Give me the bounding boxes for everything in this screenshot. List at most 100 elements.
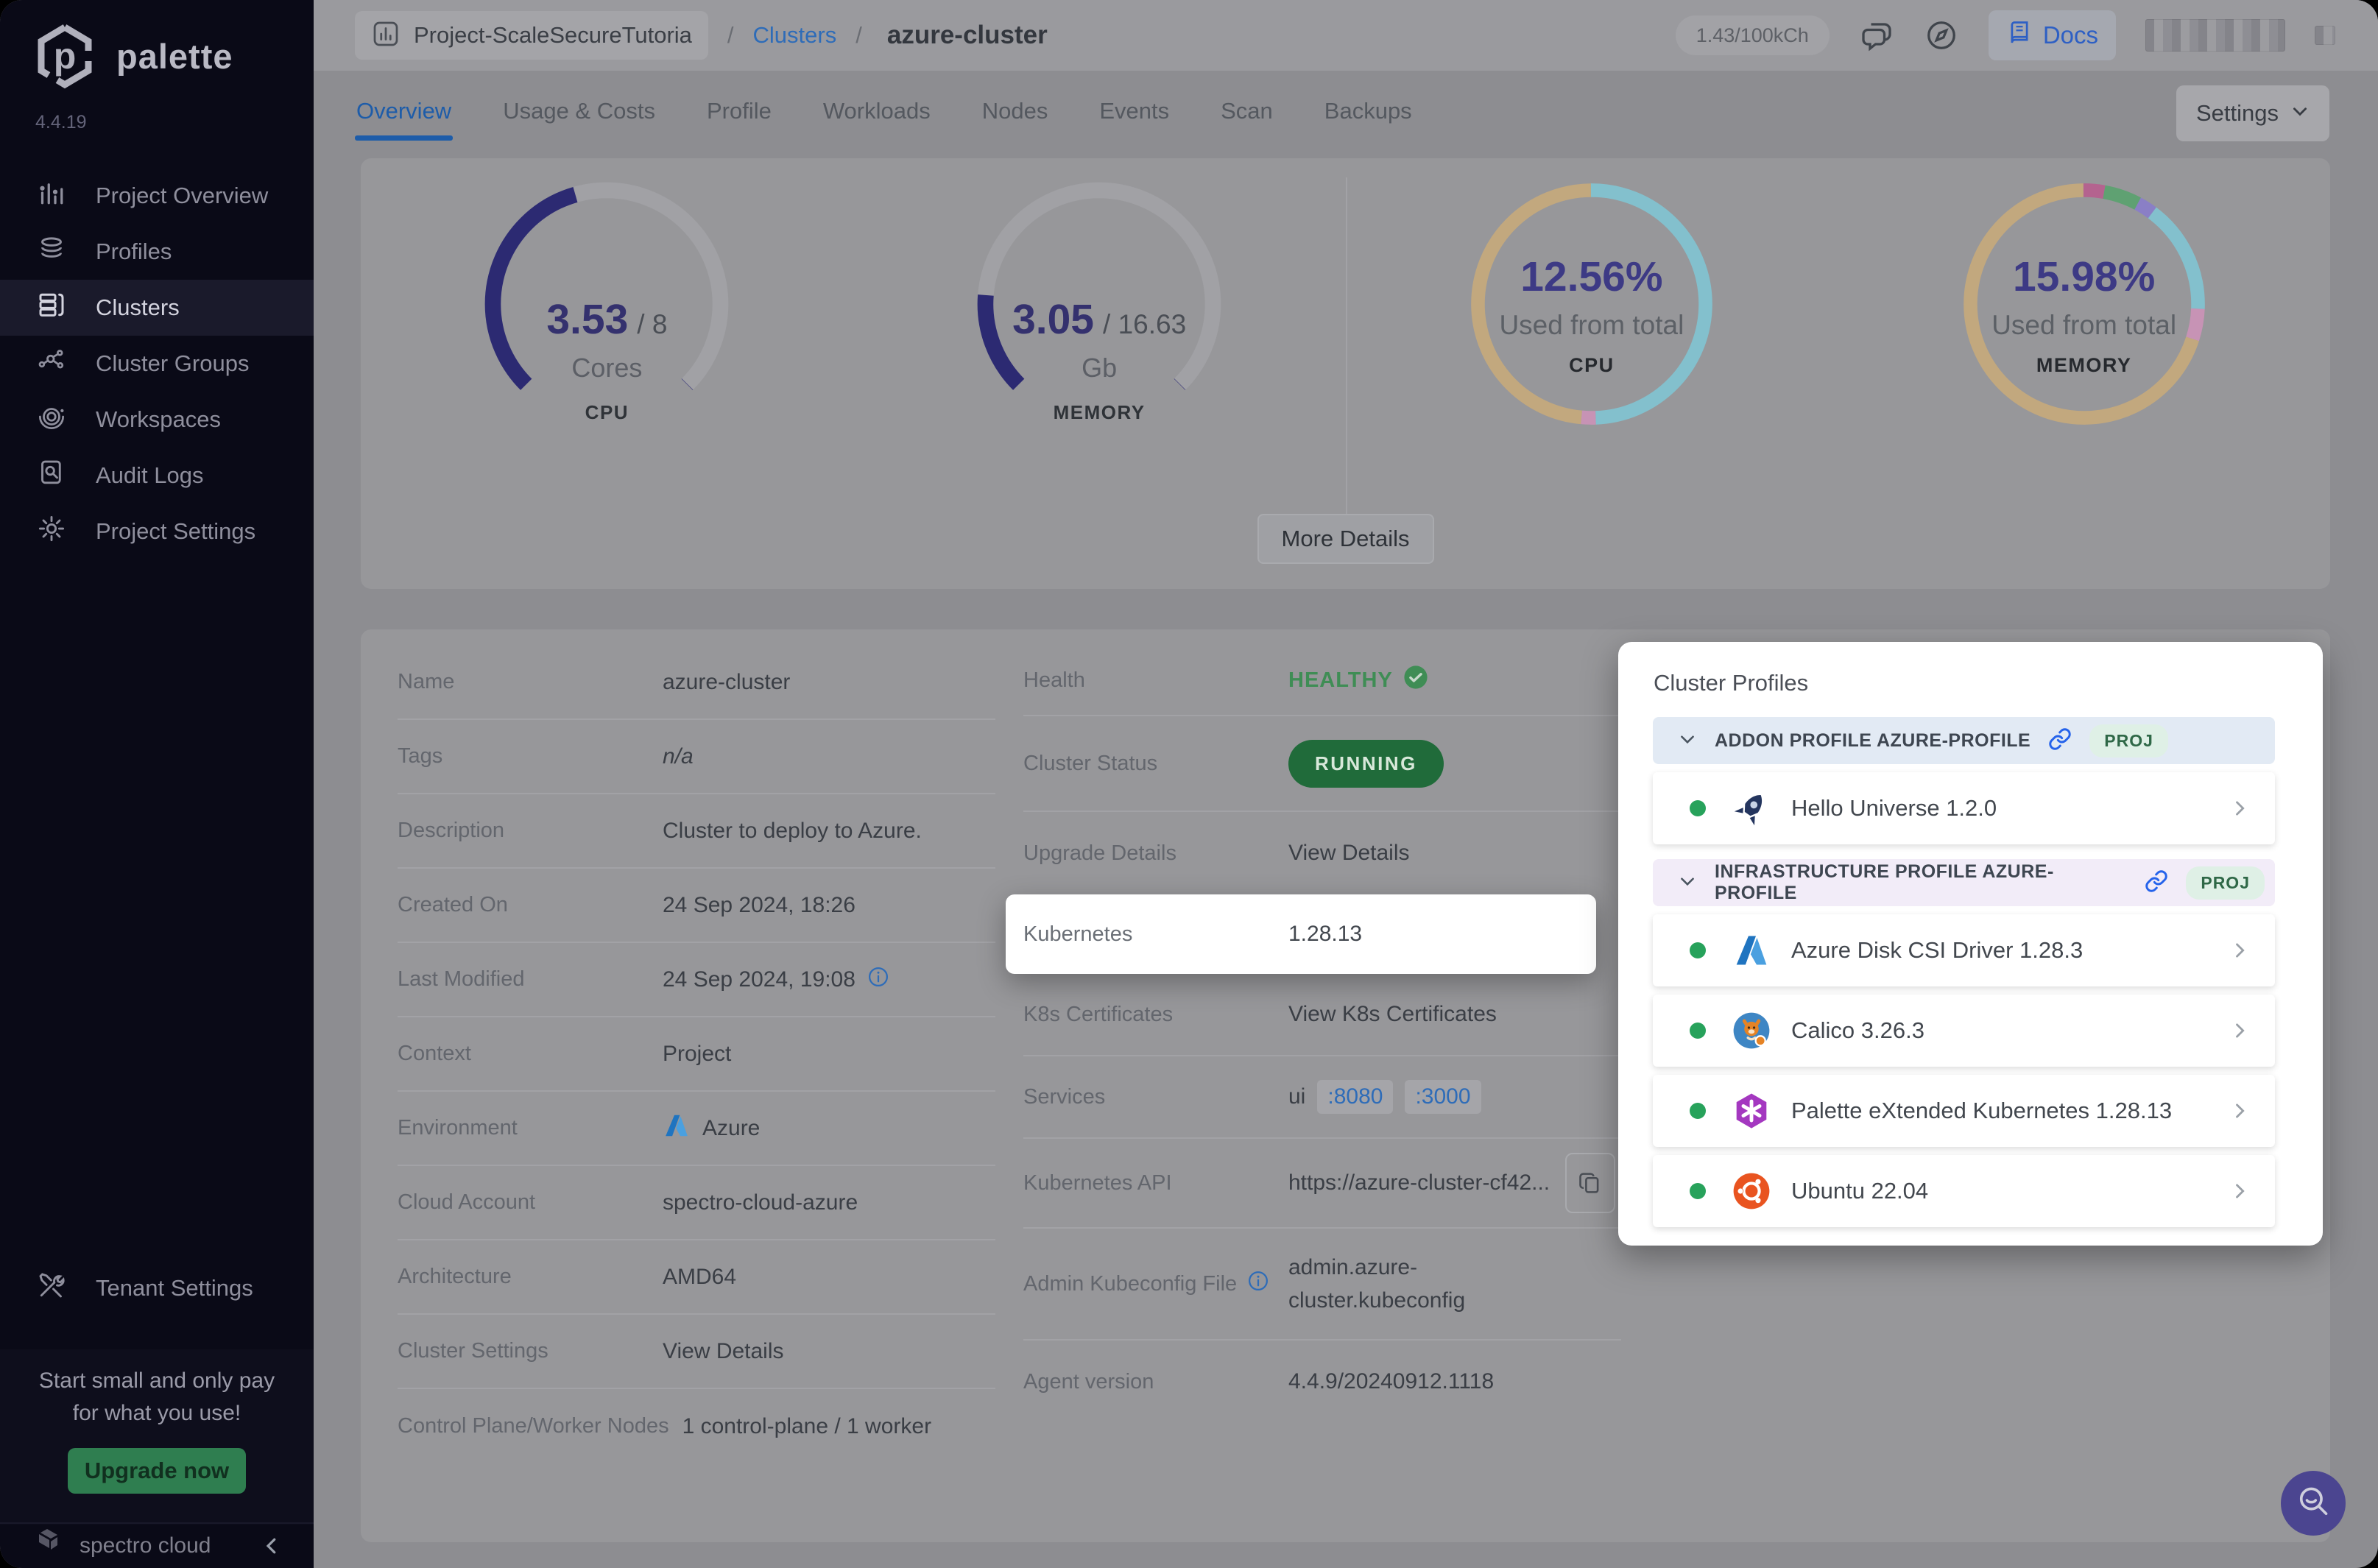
breadcrumb-project-name: Project-ScaleSecureTutoria xyxy=(414,22,692,48)
cluster-settings-view-details-link[interactable]: View Details xyxy=(663,1339,784,1364)
docs-button[interactable]: Docs xyxy=(1988,10,2116,60)
cpu-gauge-label: CPU xyxy=(585,401,629,423)
detail-row-upgrade: Upgrade Details View Details xyxy=(1023,812,1621,894)
sidebar-item-clusters[interactable]: Clusters xyxy=(0,280,314,336)
profile-item-palette-extended-kubernetes[interactable]: Palette eXtended Kubernetes 1.28.13 xyxy=(1653,1075,2275,1147)
copy-api-url-button[interactable] xyxy=(1565,1153,1615,1213)
footer-brand: spectro cloud xyxy=(80,1533,211,1558)
status-badge[interactable]: RUNNING xyxy=(1288,739,1444,788)
cpu-capacity: / 8 xyxy=(637,309,668,339)
row-value: AMD64 xyxy=(663,1264,737,1289)
service-port-8080-link[interactable]: :8080 xyxy=(1317,1080,1394,1114)
detail-row-kubernetes-spotlight: Kubernetes 1.28.13 xyxy=(1006,894,1596,974)
addon-profile-group-header[interactable]: ADDON PROFILE AZURE-PROFILE PROJ xyxy=(1653,717,2275,764)
breadcrumb-project-chip[interactable]: Project-ScaleSecureTutoria xyxy=(355,11,708,60)
detail-row-environment: Environment Azure xyxy=(398,1092,995,1166)
info-icon[interactable] xyxy=(1247,1270,1269,1298)
upgrade-view-details-link[interactable]: View Details xyxy=(1288,841,1410,866)
chevron-right-icon xyxy=(2229,798,2250,819)
status-dot-green xyxy=(1690,1023,1706,1039)
breadcrumb-chart-icon xyxy=(371,19,401,52)
sidebar-item-tenant-settings[interactable]: Tenant Settings xyxy=(0,1260,314,1316)
clusters-icon xyxy=(37,290,66,325)
collapse-sidebar-icon[interactable] xyxy=(261,1535,283,1557)
sidebar-item-audit-logs[interactable]: Audit Logs xyxy=(0,448,314,504)
cpu-unit: Cores xyxy=(571,353,643,383)
tab-scan[interactable]: Scan xyxy=(1219,76,1274,146)
window-menu-redacted xyxy=(2315,26,2335,45)
docs-label: Docs xyxy=(2042,21,2098,49)
profile-item-label: Hello Universe 1.2.0 xyxy=(1791,795,1997,821)
profile-item-calico[interactable]: Calico 3.26.3 xyxy=(1653,995,2275,1067)
row-value: Azure xyxy=(702,1115,761,1140)
detail-row-architecture: Architecture AMD64 xyxy=(398,1240,995,1315)
promo-line2: for what you use! xyxy=(72,1401,241,1425)
cpu-donut-label: CPU xyxy=(1569,354,1615,376)
detail-row-certificates: K8s Certificates View K8s Certificates xyxy=(1023,974,1621,1056)
hello-universe-icon xyxy=(1732,789,1771,827)
tab-usage-costs[interactable]: Usage & Costs xyxy=(501,76,657,146)
detail-row-created: Created On 24 Sep 2024, 18:26 xyxy=(398,869,995,943)
service-port-3000-link[interactable]: :3000 xyxy=(1405,1080,1481,1114)
profile-item-hello-universe[interactable]: Hello Universe 1.2.0 xyxy=(1653,772,2275,844)
memory-used-value: 3.05 xyxy=(1012,296,1095,343)
search-fab-button[interactable] xyxy=(2281,1471,2346,1536)
row-label: Environment xyxy=(398,1116,518,1140)
donuts-section: 12.56% Used from total CPU 15.98% Used f… xyxy=(1346,179,2331,488)
tab-overview[interactable]: Overview xyxy=(355,76,454,146)
breadcrumb-separator: / xyxy=(855,22,862,48)
infrastructure-profile-group-header[interactable]: INFRASTRUCTURE PROFILE AZURE-PROFILE PRO… xyxy=(1653,859,2275,906)
tools-icon xyxy=(37,1271,66,1306)
chat-icon[interactable] xyxy=(1859,18,1894,53)
sidebar-item-workspaces[interactable]: Workspaces xyxy=(0,392,314,448)
compass-icon[interactable] xyxy=(1924,18,1959,53)
profile-item-label: Palette eXtended Kubernetes 1.28.13 xyxy=(1791,1098,2173,1123)
chevron-down-icon xyxy=(2290,100,2310,127)
tab-events[interactable]: Events xyxy=(1098,76,1171,146)
breadcrumb-clusters-link[interactable]: Clusters xyxy=(753,22,837,49)
tab-backups[interactable]: Backups xyxy=(1323,76,1414,146)
chevron-right-icon xyxy=(2229,1181,2250,1201)
sidebar-item-project-settings[interactable]: Project Settings xyxy=(0,504,314,559)
memory-gauge-label: MEMORY xyxy=(1053,401,1146,423)
project-overview-icon xyxy=(37,178,66,213)
calico-icon xyxy=(1732,1011,1771,1050)
sidebar-item-project-overview[interactable]: Project Overview xyxy=(0,168,314,224)
tab-profile[interactable]: Profile xyxy=(705,76,773,146)
profile-item-label: Ubuntu 22.04 xyxy=(1791,1178,1929,1204)
svg-text:p: p xyxy=(54,35,77,77)
main-area: Project-ScaleSecureTutoria / Clusters / … xyxy=(314,0,2378,1568)
gear-icon xyxy=(37,514,66,549)
azure-icon xyxy=(663,1112,691,1145)
cpu-donut-ring xyxy=(1471,183,1712,425)
tab-workloads[interactable]: Workloads xyxy=(822,76,932,146)
ubuntu-icon xyxy=(1732,1172,1771,1210)
profile-item-label: Calico 3.26.3 xyxy=(1791,1017,1924,1043)
detail-row-nodes: Control Plane/Worker Nodes 1 control-pla… xyxy=(398,1389,995,1463)
tab-nodes[interactable]: Nodes xyxy=(981,76,1050,146)
settings-dropdown-button[interactable]: Settings xyxy=(2176,85,2329,141)
more-details-button[interactable]: More Details xyxy=(1257,514,1434,564)
status-dot-green xyxy=(1690,1183,1706,1199)
row-label: Architecture xyxy=(398,1265,512,1288)
cluster-tabs: Overview Usage & Costs Profile Workloads… xyxy=(355,71,1414,152)
row-value: 24 Sep 2024, 19:08 xyxy=(663,967,855,992)
view-k8s-certificates-link[interactable]: View K8s Certificates xyxy=(1288,1002,1497,1027)
profile-item-azure-disk-csi[interactable]: Azure Disk CSI Driver 1.28.3 xyxy=(1653,914,2275,986)
info-icon[interactable] xyxy=(867,966,889,994)
row-label: Created On xyxy=(398,893,508,917)
memory-donut: 15.98% Used from total MEMORY xyxy=(1959,179,2209,488)
sidebar-item-label: Cluster Groups xyxy=(96,350,250,376)
row-value: spectro-cloud-azure xyxy=(663,1190,858,1215)
upgrade-now-button[interactable]: Upgrade now xyxy=(68,1448,246,1494)
profile-item-ubuntu[interactable]: Ubuntu 22.04 xyxy=(1653,1155,2275,1227)
top-right-actions: 1.43/100kCh Docs xyxy=(1675,10,2335,60)
row-label: Health xyxy=(1023,668,1085,692)
sidebar-item-cluster-groups[interactable]: Cluster Groups xyxy=(0,336,314,392)
chevron-right-icon xyxy=(2229,1020,2250,1041)
sidebar-item-label: Tenant Settings xyxy=(96,1275,253,1301)
group-header-label: ADDON PROFILE AZURE-PROFILE xyxy=(1715,730,2031,751)
sidebar-item-profiles[interactable]: Profiles xyxy=(0,224,314,280)
breadcrumb-separator: / xyxy=(727,22,734,48)
kubeconfig-download-link[interactable]: admin.azure- cluster.kubeconfig xyxy=(1288,1251,1465,1317)
